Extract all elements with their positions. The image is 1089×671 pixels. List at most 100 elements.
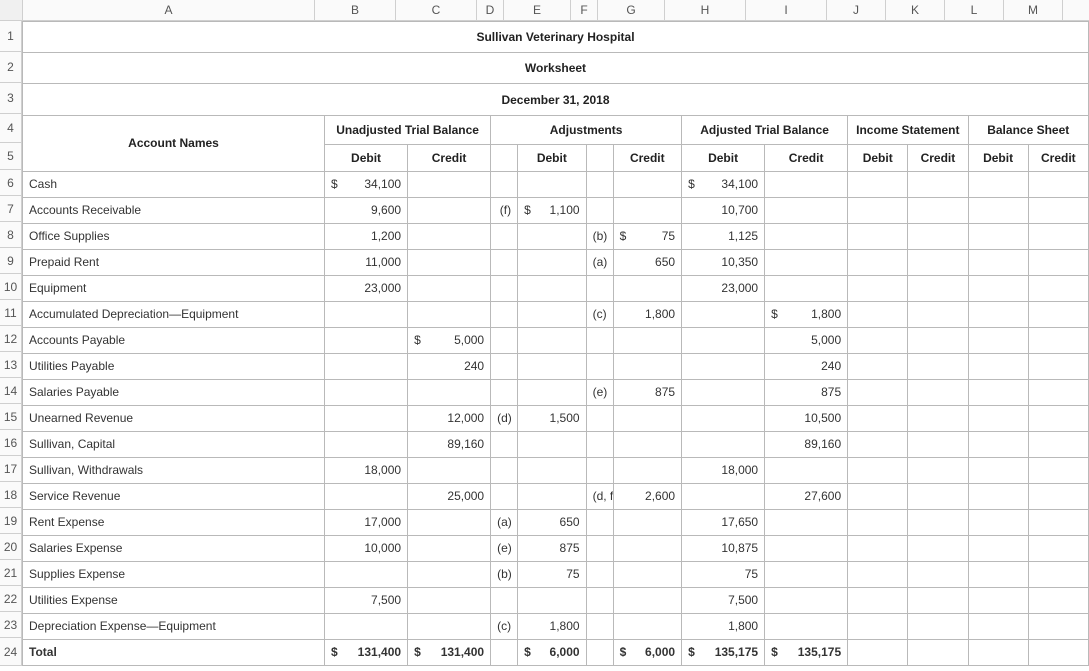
row-header-8[interactable]: 8 (0, 222, 22, 248)
cell-atb-credit[interactable]: 875 (765, 379, 848, 405)
cell-adj-c-lbl[interactable] (586, 197, 613, 223)
cell-atb-credit[interactable]: 5,000 (765, 327, 848, 353)
cell-utb-credit[interactable] (408, 197, 491, 223)
cell-utb-debit[interactable]: 11,000 (325, 249, 408, 275)
row-header-10[interactable]: 10 (0, 274, 22, 300)
cell-bs-debit[interactable] (968, 353, 1028, 379)
cell-acct[interactable]: Accounts Payable (23, 327, 325, 353)
cell-is-credit[interactable] (908, 457, 968, 483)
cell-is-credit[interactable] (908, 613, 968, 639)
cell-bs-credit[interactable] (1028, 197, 1088, 223)
cell-adj-credit[interactable] (613, 197, 682, 223)
cell-is-credit[interactable] (908, 405, 968, 431)
cell-acct[interactable]: Salaries Expense (23, 535, 325, 561)
cell-atb-credit[interactable] (765, 509, 848, 535)
cell-adj-credit[interactable] (613, 353, 682, 379)
row-header-7[interactable]: 7 (0, 196, 22, 222)
cell-utb-credit[interactable]: 12,000 (408, 405, 491, 431)
cell-adj-d-lbl[interactable] (491, 587, 518, 613)
cell-adj-c-lbl[interactable]: (a) (586, 249, 613, 275)
row-header-15[interactable]: 15 (0, 404, 22, 430)
cell-adj-credit[interactable] (613, 327, 682, 353)
cell-bs-debit[interactable] (968, 509, 1028, 535)
cell-adj-c-lbl[interactable] (586, 457, 613, 483)
cell-bs-debit[interactable] (968, 405, 1028, 431)
cell-acct[interactable]: Prepaid Rent (23, 249, 325, 275)
cell-bs-credit[interactable] (1028, 327, 1088, 353)
cell-is-debit[interactable] (848, 587, 908, 613)
cell-atb-credit[interactable] (765, 587, 848, 613)
cell-bs-debit[interactable] (968, 275, 1028, 301)
cell-atb-credit[interactable] (765, 613, 848, 639)
cell-atb-credit[interactable] (765, 535, 848, 561)
cell-bs-credit[interactable] (1028, 587, 1088, 613)
cell-bs-credit[interactable] (1028, 561, 1088, 587)
cell-adj-d-lbl[interactable] (491, 431, 518, 457)
cell-adj-d-lbl[interactable] (491, 457, 518, 483)
hdr-adj-credit[interactable]: Credit (613, 144, 682, 171)
cell-utb-debit[interactable] (325, 483, 408, 509)
cell-is-debit[interactable] (848, 197, 908, 223)
cell-bs-debit[interactable] (968, 483, 1028, 509)
cell-atb-credit[interactable]: $1,800 (765, 301, 848, 327)
col-header-K[interactable]: K (886, 0, 945, 20)
cell-is-credit[interactable] (908, 249, 968, 275)
row-header-12[interactable]: 12 (0, 326, 22, 352)
cell-adj-debit[interactable] (518, 327, 587, 353)
cell-adj-d-lbl[interactable] (491, 249, 518, 275)
cell-atb-credit[interactable]: 27,600 (765, 483, 848, 509)
hdr-is-debit[interactable]: Debit (848, 144, 908, 171)
cell-utb-credit[interactable]: $5,000 (408, 327, 491, 353)
hdr-adjustments[interactable]: Adjustments (491, 115, 682, 144)
cell-is-credit[interactable] (908, 327, 968, 353)
cell-adj-debit[interactable] (518, 353, 587, 379)
cell-adj-c-lbl[interactable] (586, 171, 613, 197)
cell-utb-debit[interactable]: 17,000 (325, 509, 408, 535)
col-header-D[interactable]: D (477, 0, 504, 20)
row-header-5[interactable]: 5 (0, 143, 22, 170)
cell-adj-c-lbl[interactable] (586, 353, 613, 379)
row-header-18[interactable]: 18 (0, 482, 22, 508)
cell-acct[interactable]: Sullivan, Capital (23, 431, 325, 457)
cell-total-adj-debit[interactable]: $6,000 (518, 639, 587, 665)
cell-adj-d-lbl[interactable]: (d) (491, 405, 518, 431)
cell-adj-debit[interactable] (518, 587, 587, 613)
cell-adj-debit[interactable] (518, 483, 587, 509)
row-header-4[interactable]: 4 (0, 114, 22, 143)
cell-atb-credit[interactable]: 240 (765, 353, 848, 379)
cell-total-adj-c-lbl[interactable] (586, 639, 613, 665)
cell-atb-debit[interactable]: 23,000 (682, 275, 765, 301)
cell-adj-debit[interactable] (518, 171, 587, 197)
cell-adj-d-lbl[interactable] (491, 379, 518, 405)
row-header-19[interactable]: 19 (0, 508, 22, 534)
cell-utb-credit[interactable] (408, 171, 491, 197)
cell-acct[interactable]: Sullivan, Withdrawals (23, 457, 325, 483)
cell-total-is-credit[interactable] (908, 639, 968, 665)
cell-is-credit[interactable] (908, 587, 968, 613)
hdr-bs-debit[interactable]: Debit (968, 144, 1028, 171)
corner-cell[interactable] (0, 0, 23, 20)
cell-atb-debit[interactable] (682, 379, 765, 405)
cell-utb-debit[interactable] (325, 561, 408, 587)
cell-bs-credit[interactable] (1028, 457, 1088, 483)
cell-adj-c-lbl[interactable] (586, 535, 613, 561)
cell-adj-d-lbl[interactable] (491, 327, 518, 353)
hdr-adj-c-lbl[interactable] (586, 144, 613, 171)
cell-is-credit[interactable] (908, 535, 968, 561)
cell-total-bs-credit[interactable] (1028, 639, 1088, 665)
cell-adj-credit[interactable] (613, 275, 682, 301)
cell-atb-debit[interactable]: 18,000 (682, 457, 765, 483)
cell-utb-credit[interactable]: 25,000 (408, 483, 491, 509)
hdr-bs-credit[interactable]: Credit (1028, 144, 1088, 171)
cell-bs-debit[interactable] (968, 197, 1028, 223)
cell-adj-d-lbl[interactable] (491, 171, 518, 197)
cell-is-debit[interactable] (848, 327, 908, 353)
cell-atb-debit[interactable] (682, 327, 765, 353)
cell-adj-d-lbl[interactable] (491, 353, 518, 379)
cell-adj-debit[interactable]: 1,800 (518, 613, 587, 639)
cell-is-debit[interactable] (848, 431, 908, 457)
cell-acct[interactable]: Accumulated Depreciation—Equipment (23, 301, 325, 327)
col-header-B[interactable]: B (315, 0, 396, 20)
cell-adj-c-lbl[interactable] (586, 327, 613, 353)
col-header-G[interactable]: G (598, 0, 665, 20)
